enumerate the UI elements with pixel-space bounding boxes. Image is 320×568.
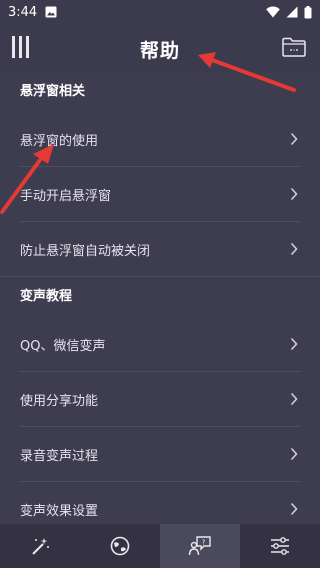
chevron-right-icon [290,242,298,256]
tab-settings[interactable] [240,524,320,568]
sliders-icon [271,537,289,555]
tab-explore[interactable] [80,524,160,568]
help-chat-icon: ? [188,536,211,556]
chevron-right-icon [290,502,298,516]
list-item-label: 变声效果设置 [20,503,99,519]
chevron-right-icon [290,392,298,406]
wifi-icon [266,6,280,18]
help-list: 悬浮窗相关 悬浮窗的使用 手动开启悬浮窗 防止悬浮窗自动被关闭 变声教程 QQ、… [0,72,320,524]
gallery-notification-icon [45,6,57,18]
status-time: 3:44 [8,4,38,20]
battery-icon [304,5,312,18]
list-item-label: 悬浮窗的使用 [20,133,99,149]
list-item-label: 使用分享功能 [20,393,99,409]
magic-wand-icon [32,538,49,555]
section-title-floating-window: 悬浮窗相关 [20,84,86,99]
cellular-signal-icon [286,6,298,18]
status-bar: 3:44 [0,0,320,24]
list-item-label: 手动开启悬浮窗 [20,188,112,204]
list-item[interactable]: QQ、微信变声 [20,317,300,372]
bottom-tab-bar: ? [0,524,320,568]
list-item[interactable]: 使用分享功能 [20,372,300,427]
globe-voice-icon [110,536,130,556]
chevron-right-icon [290,337,298,351]
list-item[interactable]: 悬浮窗的使用 [20,112,300,167]
tab-help[interactable]: ? [160,524,240,568]
list-item-label: 录音变声过程 [20,448,99,464]
list-item-label: QQ、微信变声 [20,338,106,354]
list-item[interactable]: 手动开启悬浮窗 [20,167,300,222]
page-title: 帮助 [139,40,180,62]
folder-icon[interactable] [282,37,306,57]
svg-text:?: ? [202,539,206,547]
chevron-right-icon [290,447,298,461]
chevron-right-icon [290,132,298,146]
tab-voice-changer[interactable] [0,524,80,568]
section-title-voice-tutorial: 变声教程 [0,276,320,317]
app-header: 帮助 [0,24,320,72]
list-item[interactable]: 防止悬浮窗自动被关闭 [20,222,300,276]
list-item-label: 防止悬浮窗自动被关闭 [20,243,151,259]
chevron-right-icon [290,187,298,201]
list-item[interactable]: 录音变声过程 [20,427,300,482]
